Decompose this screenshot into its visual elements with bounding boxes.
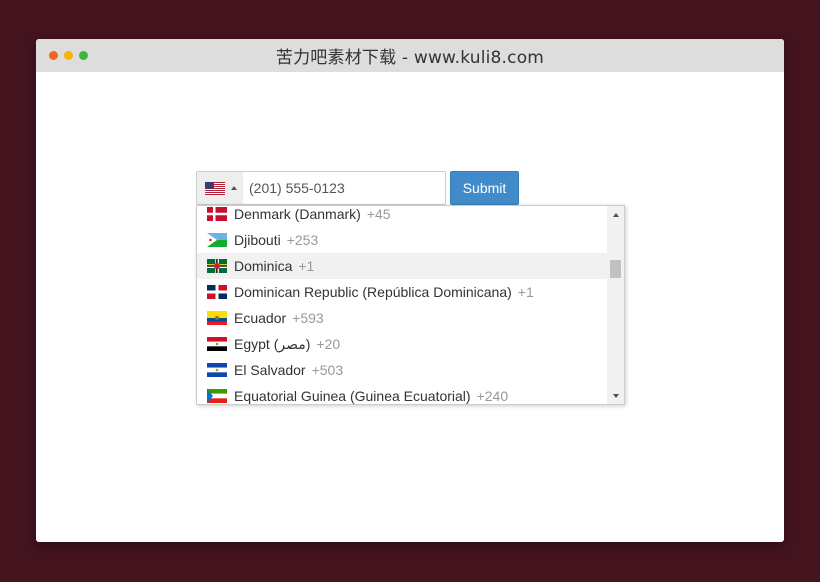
country-name: Ecuador (234, 310, 287, 326)
country-dial-code: +1 (298, 258, 315, 274)
close-window-button[interactable] (49, 51, 58, 60)
country-dropdown-list[interactable]: Denmark (Danmark) +45 Djibouti +253 Domi… (196, 205, 625, 405)
country-dial-code: +253 (286, 232, 319, 248)
phone-input-group (196, 171, 446, 205)
country-item-denmark[interactable]: Denmark (Danmark) +45 (197, 206, 607, 227)
list-scrollbar[interactable] (607, 206, 624, 404)
scroll-down-button[interactable] (607, 387, 624, 404)
el-salvador-flag-icon (207, 363, 227, 377)
dominica-flag-icon (207, 259, 227, 273)
arrow-down-icon (612, 393, 619, 398)
country-list-items: Denmark (Danmark) +45 Djibouti +253 Domi… (197, 206, 607, 404)
maximize-window-button[interactable] (79, 51, 88, 60)
phone-number-input[interactable] (243, 172, 445, 204)
country-name: Equatorial Guinea (Guinea Ecuatorial) (234, 388, 471, 404)
country-dial-code: +1 (517, 284, 534, 300)
window-controls (49, 51, 88, 60)
ecuador-flag-icon (207, 311, 227, 325)
window-title: 苦力吧素材下载 - www.kuli8.com (275, 48, 545, 68)
country-selector[interactable] (197, 172, 243, 204)
country-item-djibouti[interactable]: Djibouti +253 (197, 227, 607, 253)
country-item-ecuador[interactable]: Ecuador +593 (197, 305, 607, 331)
djibouti-flag-icon (207, 233, 227, 247)
country-dial-code: +503 (311, 362, 344, 378)
country-item-dominica[interactable]: Dominica +1 (197, 253, 607, 279)
submit-button[interactable]: Submit (450, 171, 519, 205)
country-dial-code: +20 (316, 336, 341, 352)
country-name: Egypt (‫مصر‬‎) (234, 335, 311, 352)
title-bar: 苦力吧素材下载 - www.kuli8.com (36, 39, 784, 72)
dominican-republic-flag-icon (207, 285, 227, 299)
country-item-equatorial-guinea[interactable]: Equatorial Guinea (Guinea Ecuatorial) +2… (197, 383, 607, 404)
country-dial-code: +593 (292, 310, 324, 326)
country-name: Dominica (234, 258, 293, 274)
country-dial-code: +240 (476, 388, 509, 404)
arrow-up-icon (612, 212, 619, 217)
equatorial-guinea-flag-icon (207, 389, 227, 403)
country-name: Djibouti (234, 232, 281, 248)
minimize-window-button[interactable] (64, 51, 73, 60)
scrollbar-thumb[interactable] (610, 260, 621, 278)
country-name: Denmark (Danmark) (234, 206, 361, 222)
country-item-dominican-republic[interactable]: Dominican Republic (República Dominicana… (197, 279, 607, 305)
country-item-egypt[interactable]: Egypt (‫مصر‬‎) +20 (197, 331, 607, 357)
country-name: El Salvador (234, 362, 306, 378)
country-item-el-salvador[interactable]: El Salvador +503 (197, 357, 607, 383)
egypt-flag-icon (207, 337, 227, 351)
browser-window: 苦力吧素材下载 - www.kuli8.com Submit (36, 39, 784, 542)
denmark-flag-icon (207, 207, 227, 221)
country-name: Dominican Republic (República Dominicana… (234, 284, 512, 300)
scroll-up-button[interactable] (607, 206, 624, 223)
chevron-up-icon (231, 186, 237, 190)
us-flag-icon (205, 181, 225, 195)
country-dial-code: +45 (366, 206, 391, 222)
